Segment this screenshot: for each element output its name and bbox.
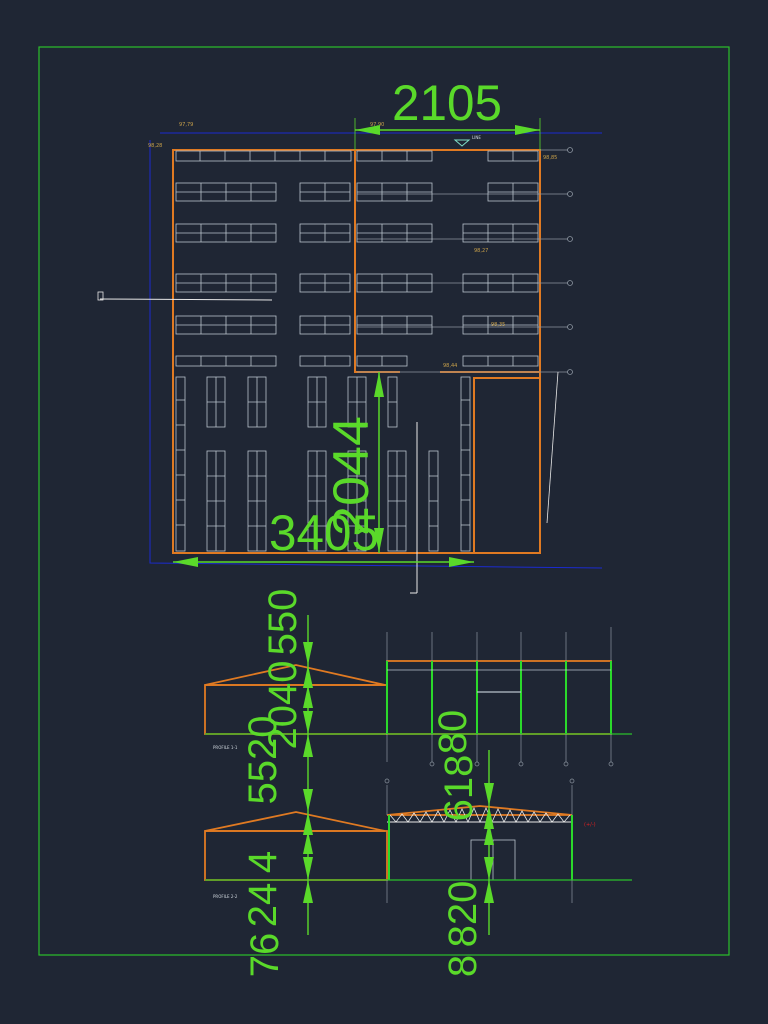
dimension-elev-side2: 4 xyxy=(241,851,285,873)
rail-line-left xyxy=(99,298,273,301)
dimension-elev-bottom: 24 xyxy=(241,883,285,928)
dimension-elev-right-bottom: 820 xyxy=(441,881,485,948)
grid-axes-elevation-1 xyxy=(386,627,614,767)
floor-plan: LINE 97,79 97,90 98,28 98,85 98,27 98,44… xyxy=(97,75,603,594)
level-tag: 97,79 xyxy=(179,122,193,128)
elevations: PROFILE 1-1 PROFILE 2-2 (+/-) 550 2040 5… xyxy=(204,589,632,978)
elevation-1-columns xyxy=(386,661,612,734)
dimension-arrow xyxy=(173,557,198,567)
level-tag: 98,27 xyxy=(474,248,488,254)
dimension-arrows-right xyxy=(484,783,494,903)
dimension-elev-side: 76 xyxy=(243,933,287,978)
diagonal-guide xyxy=(546,371,559,524)
north-marker xyxy=(453,139,471,147)
section-label-2: PROFILE 2-2 xyxy=(213,894,238,899)
elevation-2-wall xyxy=(204,830,388,881)
dimension-elev-right-mid: 618 xyxy=(437,755,481,822)
dimension-arrow xyxy=(374,372,384,397)
section-label-1: PROFILE 1-1 xyxy=(213,745,238,750)
dimension-elev-top: 550 xyxy=(261,589,305,656)
elevation-2-gable xyxy=(204,811,386,832)
dimension-elev-right-bottom2: 8 xyxy=(441,955,485,977)
dimension-top-width: 2105 xyxy=(392,75,502,131)
dimension-elev-mid2: 5520 xyxy=(241,716,285,805)
level-tag: 98,85 xyxy=(543,155,557,161)
office-room-wall xyxy=(473,377,540,553)
marker-label: LINE xyxy=(472,135,481,140)
level-tag: 98,28 xyxy=(148,143,162,149)
dimension-vertical: 2044 xyxy=(323,416,379,536)
dimension-arrow xyxy=(449,557,474,567)
level-tag: 98,44 xyxy=(443,363,457,369)
elevation-1-front xyxy=(386,660,612,735)
racks-upper xyxy=(175,150,539,367)
dimension-elev-right-upper: 80 xyxy=(431,710,475,755)
level-tag: 98,35 xyxy=(491,322,505,328)
red-note: (+/-) xyxy=(584,822,596,828)
cad-drawing-canvas[interactable]: LINE 97,79 97,90 98,28 98,85 98,27 98,44… xyxy=(0,0,768,1024)
